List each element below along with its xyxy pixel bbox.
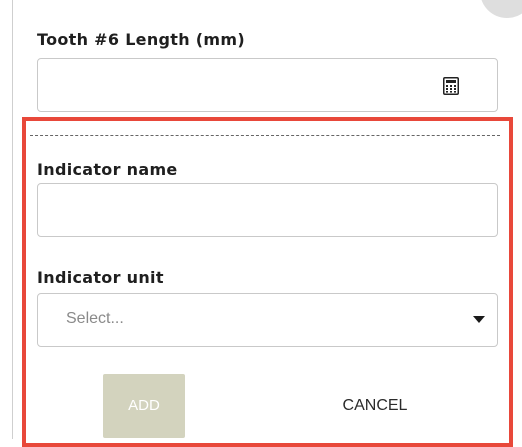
cancel-button[interactable]: CANCEL [325,374,425,438]
calculator-icon[interactable] [443,77,459,95]
indicator-unit-select[interactable]: Select... [37,293,498,347]
indicator-name-input[interactable] [37,183,498,237]
caret-down-icon[interactable] [473,316,485,323]
form-divider [30,135,500,136]
indicator-unit-label: Indicator unit [37,268,164,287]
unit-select-placeholder: Select... [66,310,124,327]
indicator-name-label: Indicator name [37,160,178,179]
corner-avatar [480,0,522,18]
tooth-length-label: Tooth #6 Length (mm) [37,30,245,49]
add-button[interactable]: ADD [103,374,185,438]
panel-left-border [12,0,13,439]
tooth-length-input[interactable] [37,58,498,112]
